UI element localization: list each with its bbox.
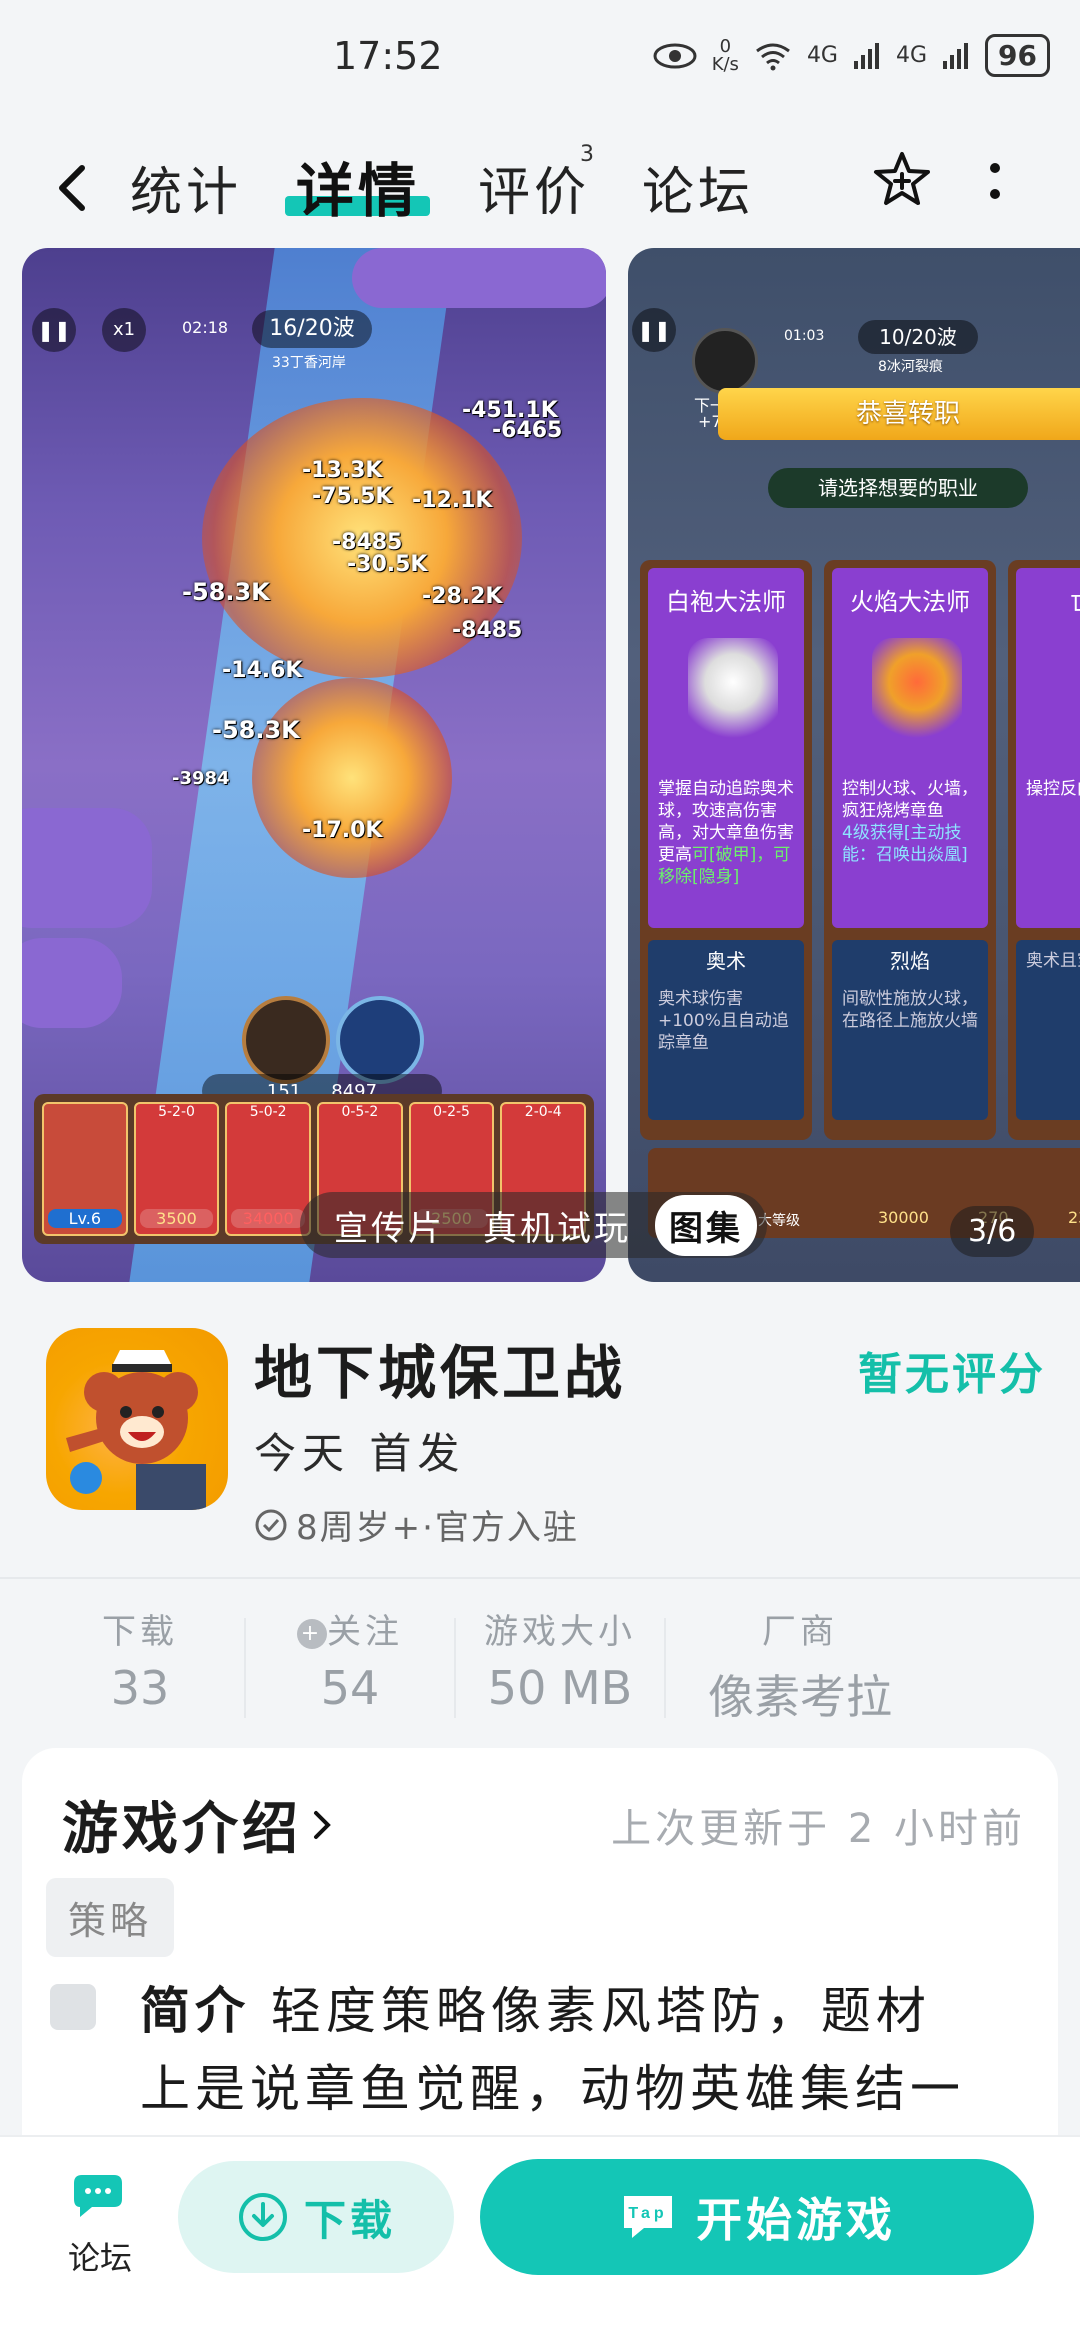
- battle-timer: 02:18: [182, 318, 229, 337]
- explosion-effect: [252, 678, 452, 878]
- tab-stats[interactable]: 统计: [130, 150, 242, 225]
- fire-mage-sprite: [872, 638, 962, 748]
- stat-downloads: 下载 33: [102, 1612, 178, 1715]
- tab-details[interactable]: 详情: [296, 144, 420, 228]
- signal-label-1: 4G: [806, 43, 838, 68]
- next-wave-icon: [692, 328, 758, 394]
- start-game-button[interactable]: Tap 开始游戏: [480, 2159, 1034, 2275]
- status-bar: 17:52 0 K/s 4G 4G 96: [0, 0, 1080, 120]
- damage-number: -13.3K: [302, 458, 383, 483]
- job-card: 亡灵 操控反向章鱼可移 奥术且穿: [1008, 560, 1080, 1140]
- scenery: [22, 808, 152, 928]
- signal-label-2: 4G: [895, 43, 928, 68]
- damage-number: -58.3K: [182, 578, 270, 606]
- gallery-image-class-change[interactable]: ❚❚ 下一波 +78 01:03 10/20波 8冰河裂痕 恭喜转职 请选择想要…: [628, 248, 1080, 1282]
- chat-bubble-icon: [74, 2175, 122, 2217]
- section-divider: [0, 1577, 1080, 1579]
- media-type-tabs: 宣传片 真机试玩 图集: [300, 1192, 767, 1258]
- top-nav: 统计 详情 评价 3 论坛: [0, 140, 1080, 240]
- hero-card: 5-0-2 34000: [225, 1102, 312, 1236]
- status-time: 17:52: [333, 34, 443, 78]
- svg-text:Tap: Tap: [628, 2205, 667, 2222]
- damage-number: -14.6K: [222, 658, 303, 683]
- skill-ice-button: [336, 996, 424, 1084]
- age-rating-label: 8周岁+·官方入驻: [296, 1508, 579, 1548]
- skill-fire-button: [242, 996, 330, 1084]
- stat-divider: [454, 1618, 456, 1718]
- tab-promo-video[interactable]: 宣传片: [320, 1195, 459, 1256]
- heart-plus-icon: +: [297, 1618, 327, 1649]
- forum-shortcut[interactable]: 论坛: [52, 2167, 148, 2279]
- damage-number: -12.1K: [412, 488, 493, 513]
- rating-status: 暂无评分: [858, 1349, 1046, 1400]
- hero-card: Lv.6: [42, 1102, 128, 1236]
- tab-gameplay-video[interactable]: 真机试玩: [469, 1195, 645, 1256]
- gallery-image-battle[interactable]: ❚❚ x1 02:18 16/20波 33丁香河岸 -451.1K -6465 …: [22, 248, 606, 1282]
- gallery-counter: 3/6: [950, 1206, 1035, 1257]
- koala-mascot-icon: [66, 1350, 206, 1510]
- wizard-sprite: [688, 638, 778, 748]
- damage-number: -3984: [172, 768, 230, 789]
- taptap-logo-icon: Tap: [624, 2196, 672, 2238]
- more-vertical-icon[interactable]: [985, 156, 1005, 216]
- signal-icon: [943, 42, 969, 69]
- wifi-icon: [756, 43, 790, 70]
- release-info: 今天 首发: [254, 1429, 466, 1478]
- eye-icon: [653, 43, 697, 68]
- stage-name: 33丁香河岸: [272, 355, 346, 371]
- game-intro-card: 游戏介绍 上次更新于 2 小时前 策略 简介 轻度策略像素风塔防，题材 上是说章鱼…: [22, 1748, 1058, 2168]
- net-speed: 0 K/s: [711, 35, 739, 75]
- reviews-count-badge: 3: [580, 142, 594, 167]
- tab-reviews[interactable]: 评价: [478, 150, 590, 225]
- pause-button[interactable]: ❚❚: [32, 308, 76, 352]
- damage-number: -75.5K: [312, 484, 393, 509]
- age-rating: 8周岁+·官方入驻: [254, 1500, 579, 1549]
- damage-number: -58.3K: [212, 716, 300, 744]
- damage-number: -6465: [492, 418, 563, 443]
- speed-button[interactable]: x1: [102, 308, 146, 352]
- signal-icon: [853, 42, 879, 69]
- wave-indicator: 16/20波: [252, 310, 372, 348]
- screenshot-gallery[interactable]: ❚❚ x1 02:18 16/20波 33丁香河岸 -451.1K -6465 …: [0, 248, 1080, 1282]
- job-card: 火焰大法师 控制火球、火墙，疯狂烧烤章鱼 4级获得[主动技能：召唤出焱凰] 烈焰间…: [824, 560, 996, 1140]
- stat-follows[interactable]: + 关注 54: [270, 1604, 430, 1715]
- battle-timer: 01:03: [784, 328, 825, 344]
- battery-indicator: 96: [985, 34, 1050, 77]
- scenery: [352, 248, 606, 308]
- damage-number: -30.5K: [347, 552, 428, 577]
- intro-title: 游戏介绍: [62, 1797, 302, 1862]
- stat-size: 游戏大小 50 MB: [484, 1612, 636, 1715]
- download-button[interactable]: 下载: [178, 2161, 454, 2273]
- stat-divider: [244, 1618, 246, 1718]
- damage-number: -28.2K: [422, 584, 503, 609]
- hero-card: 5-2-0 3500: [133, 1102, 220, 1236]
- scenery: [22, 938, 122, 1028]
- star-plus-icon[interactable]: [872, 150, 932, 210]
- bottom-action-bar: 论坛 下载 Tap 开始游戏: [0, 2135, 1080, 2340]
- damage-number: -8485: [452, 618, 523, 643]
- chevron-right-icon: [314, 1810, 331, 1839]
- damage-number: -17.0K: [302, 818, 383, 843]
- document-icon: [50, 1984, 96, 2030]
- pause-button: ❚❚: [632, 308, 676, 352]
- wave-indicator: 10/20波: [858, 320, 978, 354]
- intro-summary: 简介 轻度策略像素风塔防，题材 上是说章鱼觉醒，动物英雄集结一: [140, 1982, 965, 2118]
- stat-developer[interactable]: 厂商 像素考拉: [680, 1604, 920, 1727]
- class-change-banner: 恭喜转职: [718, 388, 1080, 440]
- status-icons: 0 K/s 4G 4G 96: [652, 34, 1050, 77]
- class-change-subtitle: 请选择想要的职业: [768, 468, 1028, 508]
- intro-title-link[interactable]: 游戏介绍: [62, 1784, 336, 1865]
- job-card: 白袍大法师 掌握自动追踪奥术球，攻速高伤害高，对大章鱼伤害更高可[破甲]，可移除…: [640, 560, 812, 1140]
- stage-name: 8冰河裂痕: [878, 359, 943, 375]
- tab-gallery[interactable]: 图集: [655, 1194, 757, 1256]
- genre-tag[interactable]: 策略: [46, 1878, 175, 1957]
- last-updated: 上次更新于 2 小时前: [611, 1806, 1026, 1852]
- download-icon: [238, 2193, 287, 2241]
- check-circle-icon: [255, 1509, 287, 1540]
- back-arrow-icon[interactable]: [48, 158, 98, 218]
- stat-divider: [664, 1618, 666, 1718]
- app-name: 地下城保卫战: [254, 1339, 627, 1407]
- tab-forum[interactable]: 论坛: [642, 150, 754, 225]
- app-icon: [46, 1328, 228, 1510]
